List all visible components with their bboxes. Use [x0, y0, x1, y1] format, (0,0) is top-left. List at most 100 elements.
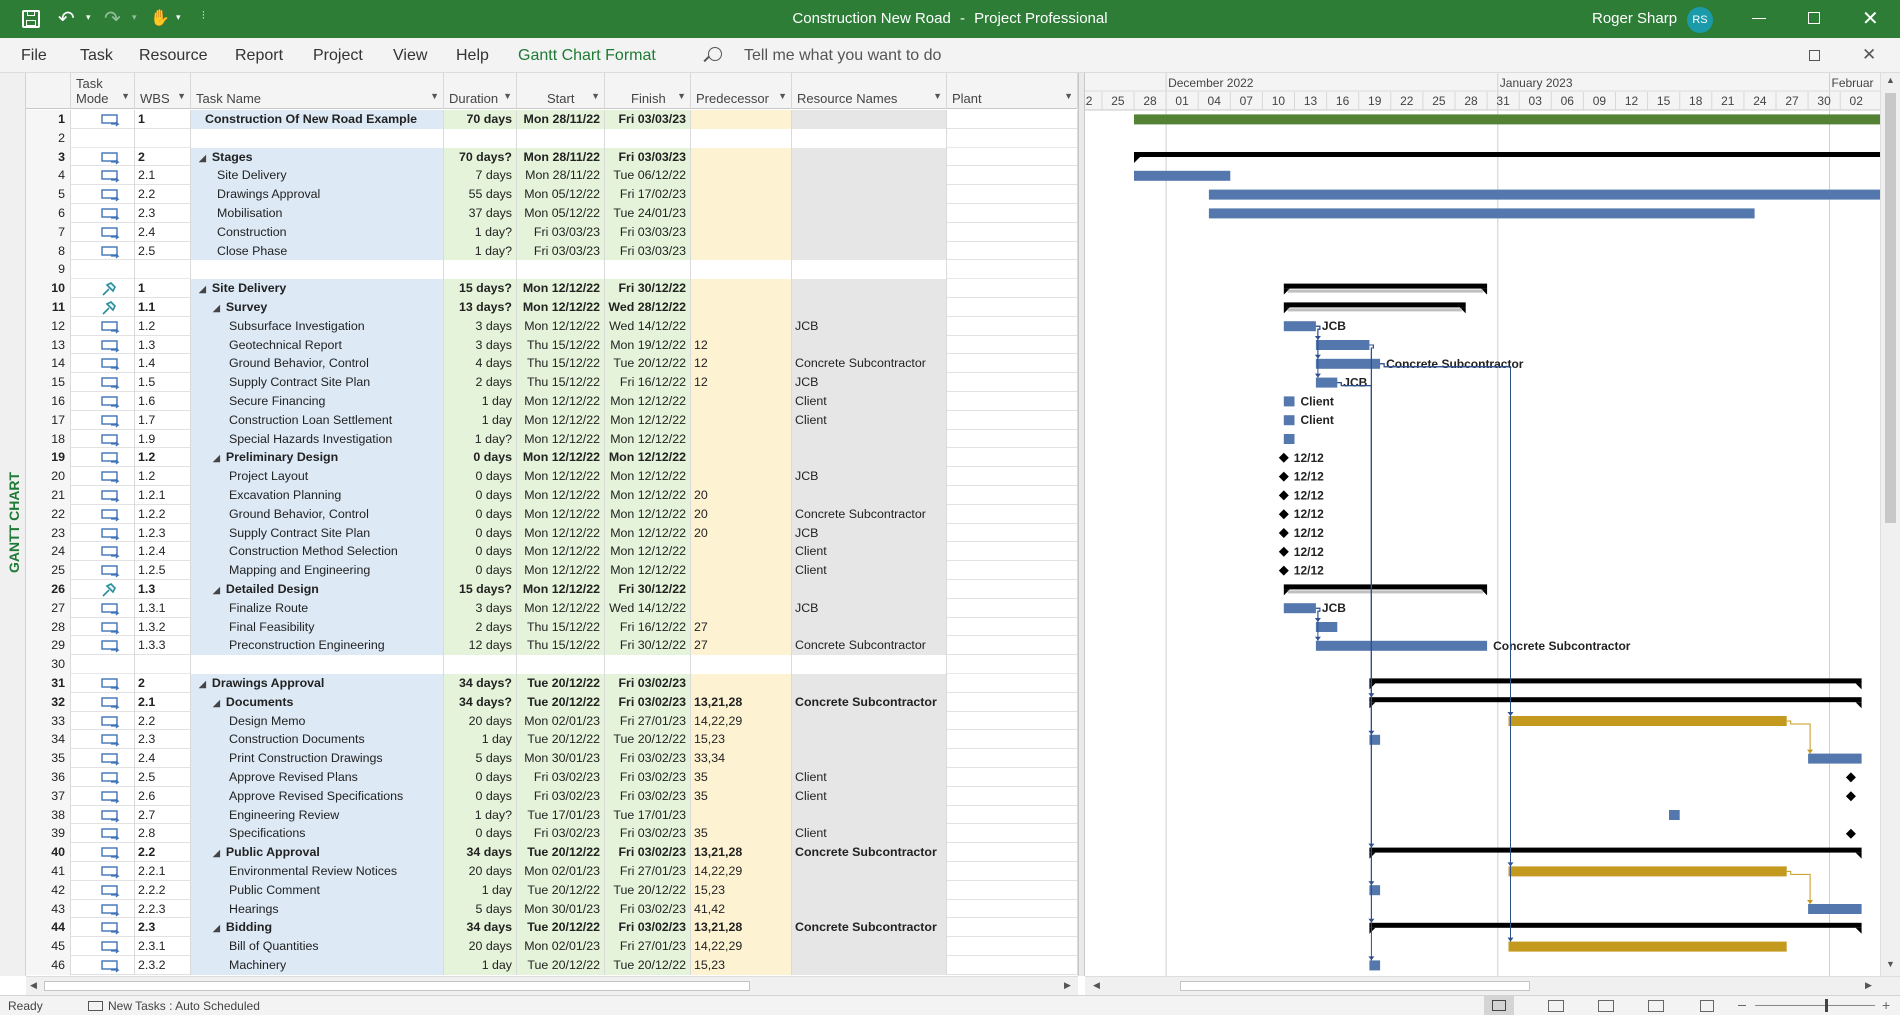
table-row[interactable]: 6 2.3 Mobilisation 37 days Mon 05/12/22 Tue 2… — [26, 204, 1078, 223]
start-cell[interactable] — [517, 260, 605, 280]
resource-names-cell[interactable] — [792, 956, 947, 975]
table-row[interactable]: 45 2.3.1 Bill of Quantities 20 days Mon 02/0… — [26, 937, 1078, 956]
task-name-cell[interactable]: Construction Loan Settlement — [191, 410, 444, 430]
plant-cell[interactable] — [947, 260, 1078, 280]
new-task-icon[interactable] — [88, 1001, 103, 1011]
table-row[interactable]: 32 2.1 ◢ Documents 34 days? Tue 20/12/22 Fri 0… — [26, 692, 1078, 712]
plant-cell[interactable] — [947, 918, 1078, 938]
wbs-cell[interactable]: 2.3.1 — [135, 937, 191, 956]
plant-cell[interactable] — [947, 392, 1078, 411]
duration-cell[interactable]: 13 days? — [444, 298, 517, 317]
vertical-scrollbar[interactable]: ▲ ▼ — [1880, 73, 1900, 976]
predecessors-cell[interactable]: 12 — [691, 354, 792, 374]
resource-names-cell[interactable] — [792, 805, 947, 825]
finish-cell[interactable]: Mon 12/12/22 — [605, 410, 691, 430]
plant-cell[interactable] — [947, 899, 1078, 919]
close-window-icon[interactable]: ✕ — [1862, 45, 1876, 65]
table-row[interactable]: 18 1.9 Special Hazards Investigation 1 day?… — [26, 429, 1078, 449]
plant-cell[interactable] — [947, 504, 1078, 524]
table-row[interactable]: 42 2.2.2 Public Comment 1 day Tue 20/12/22 Tu… — [26, 880, 1078, 900]
task-name-cell[interactable]: Engineering Review — [191, 805, 444, 825]
task-name-cell[interactable]: ◢ Preliminary Design — [191, 448, 444, 468]
wbs-cell[interactable]: 1.3 — [135, 580, 191, 599]
tab-view[interactable]: View — [393, 38, 427, 73]
resource-names-cell[interactable]: JCB — [792, 373, 947, 392]
predecessors-cell[interactable]: 20 — [691, 486, 792, 505]
resource-names-cell[interactable] — [792, 937, 947, 956]
start-cell[interactable]: Thu 15/12/22 — [517, 354, 605, 374]
resource-names-cell[interactable] — [792, 279, 947, 298]
task-mode-cell[interactable] — [71, 692, 135, 712]
predecessors-cell[interactable] — [691, 316, 792, 336]
wbs-cell[interactable]: 2.2.3 — [135, 899, 191, 919]
resource-names-cell[interactable] — [792, 241, 947, 261]
task-name-cell[interactable]: Final Feasibility — [191, 617, 444, 637]
row-id-cell[interactable]: 5 — [26, 185, 71, 204]
row-id-cell[interactable]: 31 — [26, 674, 71, 693]
resource-names-cell[interactable] — [792, 899, 947, 919]
task-mode-cell[interactable] — [71, 617, 135, 637]
wbs-cell[interactable]: 2.7 — [135, 805, 191, 825]
finish-cell[interactable]: Fri 27/01/23 — [605, 937, 691, 956]
wbs-cell[interactable] — [135, 128, 191, 148]
task-name-cell[interactable]: Specifications — [191, 824, 444, 844]
row-id-cell[interactable]: 41 — [26, 862, 71, 881]
wbs-cell[interactable]: 2.3 — [135, 918, 191, 938]
task-mode-cell[interactable] — [71, 824, 135, 844]
duration-cell[interactable]: 0 days — [444, 542, 517, 562]
task-name-cell[interactable]: Ground Behavior, Control — [191, 354, 444, 374]
task-mode-cell[interactable] — [71, 128, 135, 148]
task-mode-cell[interactable] — [71, 674, 135, 693]
finish-cell[interactable]: Fri 03/02/23 — [605, 918, 691, 938]
finish-cell[interactable]: Wed 14/12/22 — [605, 316, 691, 336]
resource-names-cell[interactable]: Client — [792, 824, 947, 844]
chevron-down-icon[interactable]: ▼ — [177, 89, 186, 104]
task-mode-cell[interactable] — [71, 598, 135, 618]
scroll-up-icon[interactable]: ▲ — [1886, 75, 1895, 85]
wbs-cell[interactable]: 1.3.3 — [135, 636, 191, 656]
task-name-cell[interactable]: Environmental Review Notices — [191, 862, 444, 881]
table-row[interactable]: 29 1.3.3 Preconstruction Engineering 12 day… — [26, 636, 1078, 656]
row-id-cell[interactable]: 12 — [26, 316, 71, 336]
wbs-cell[interactable]: 1.2.1 — [135, 486, 191, 505]
chevron-down-icon[interactable]: ▼ — [778, 89, 787, 104]
wbs-cell[interactable]: 1.4 — [135, 354, 191, 374]
predecessors-cell[interactable]: 13,21,28 — [691, 692, 792, 712]
report-icon[interactable] — [1700, 1000, 1714, 1012]
resource-names-cell[interactable]: Client — [792, 410, 947, 430]
task-name-cell[interactable]: ◢ Site Delivery — [191, 279, 444, 298]
predecessors-cell[interactable] — [691, 542, 792, 562]
start-cell[interactable]: Mon 05/12/22 — [517, 204, 605, 223]
duration-cell[interactable]: 1 day — [444, 392, 517, 411]
plant-cell[interactable] — [947, 711, 1078, 731]
plant-cell[interactable] — [947, 354, 1078, 374]
wbs-cell[interactable]: 2 — [135, 674, 191, 693]
table-row[interactable]: 15 1.5 Supply Contract Site Plan 2 days Thu … — [26, 373, 1078, 392]
row-id-cell[interactable]: 4 — [26, 166, 71, 186]
plant-cell[interactable] — [947, 768, 1078, 787]
finish-cell[interactable]: Mon 12/12/22 — [605, 429, 691, 449]
start-cell[interactable]: Mon 02/01/23 — [517, 862, 605, 881]
task-mode-cell[interactable] — [71, 730, 135, 750]
resource-names-cell[interactable] — [792, 110, 947, 129]
plant-cell[interactable] — [947, 222, 1078, 242]
predecessors-cell[interactable] — [691, 185, 792, 204]
start-cell[interactable]: Tue 20/12/22 — [517, 692, 605, 712]
plant-cell[interactable] — [947, 956, 1078, 975]
resource-names-cell[interactable] — [792, 260, 947, 280]
task-mode-cell[interactable] — [71, 335, 135, 355]
resource-names-cell[interactable] — [792, 335, 947, 355]
table-row[interactable]: 36 2.5 Approve Revised Plans 0 days Fri 03/0… — [26, 768, 1078, 787]
task-name-cell[interactable]: Supply Contract Site Plan — [191, 373, 444, 392]
plant-cell[interactable] — [947, 749, 1078, 768]
chevron-down-icon[interactable]: ▼ — [121, 89, 130, 104]
duration-cell[interactable]: 0 days — [444, 786, 517, 806]
start-cell[interactable]: Mon 12/12/22 — [517, 467, 605, 486]
scroll-left-icon[interactable]: ◀ — [30, 980, 37, 991]
wbs-cell[interactable]: 2.2 — [135, 711, 191, 731]
finish-cell[interactable]: Tue 17/01/23 — [605, 805, 691, 825]
start-cell[interactable]: Thu 15/12/22 — [517, 617, 605, 637]
task-name-cell[interactable]: Mapping and Engineering — [191, 561, 444, 580]
row-id-cell[interactable]: 24 — [26, 542, 71, 562]
chart-horizontal-scrollbar[interactable]: ◀ ▶ — [1085, 976, 1900, 995]
